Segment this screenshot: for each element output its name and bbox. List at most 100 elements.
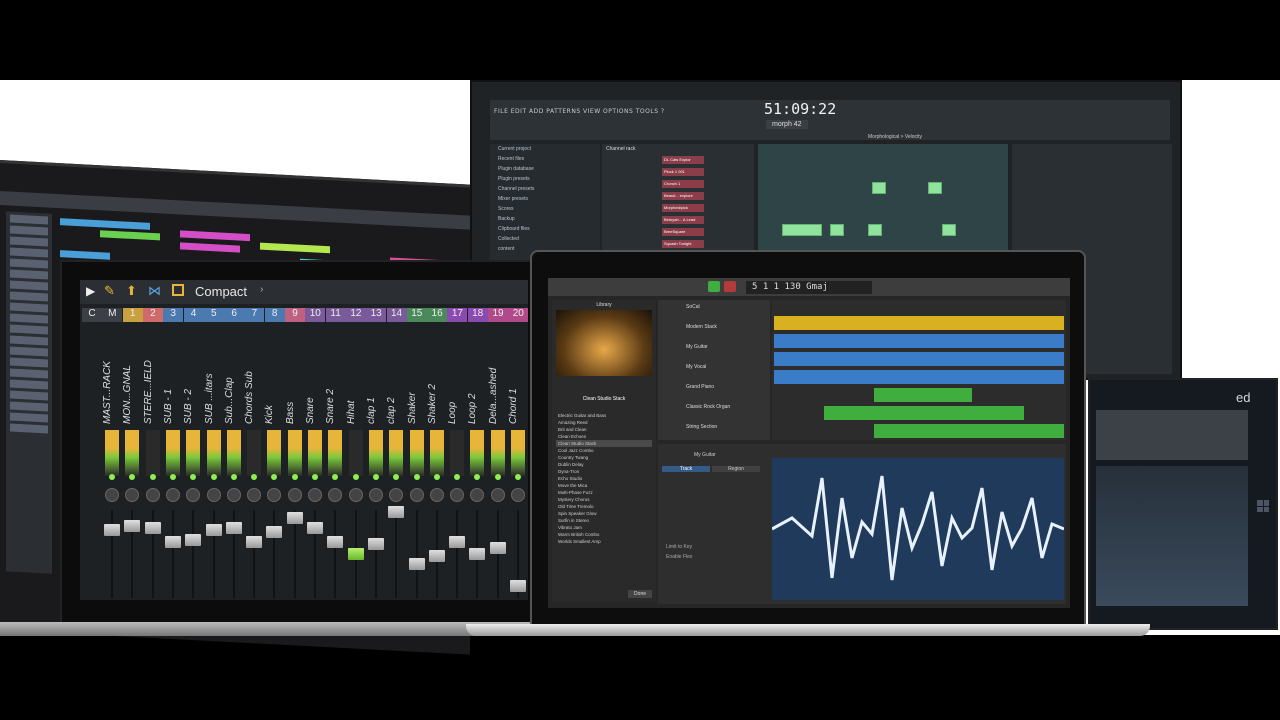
mixer-channel-number[interactable]: 8 (264, 308, 285, 322)
tablet-toolbar[interactable] (1096, 410, 1248, 460)
mute-led[interactable] (129, 474, 136, 480)
channel-row[interactable]: Betoyah... A Lead (606, 216, 750, 224)
volume-fader[interactable] (510, 580, 526, 592)
volume-fader[interactable] (489, 542, 506, 554)
mute-led[interactable] (169, 474, 176, 480)
tablet-waveform[interactable] (1096, 466, 1248, 606)
mixer-channel-number[interactable]: 16 (427, 308, 448, 322)
library-item[interactable]: Mystery Chorus (556, 496, 652, 503)
track-header[interactable]: String Section (660, 422, 768, 438)
mixer-channel-number[interactable]: 10 (305, 308, 326, 322)
mixer-channel-number[interactable]: 3 (163, 308, 184, 322)
chevron-right-icon[interactable]: › (260, 284, 263, 295)
volume-fader[interactable] (367, 538, 384, 550)
pan-knob[interactable] (165, 488, 180, 502)
pan-knob[interactable] (450, 488, 465, 502)
volume-fader[interactable] (266, 526, 283, 538)
channel-row[interactable]: Crunch 1 (606, 180, 750, 188)
library-item[interactable]: Dyna-Tron (556, 468, 652, 475)
fl-menu-bar[interactable]: FILE EDIT ADD PATTERNS VIEW OPTIONS TOOL… (494, 108, 665, 115)
library-item[interactable]: Multi-Phase Fuzz (556, 489, 652, 496)
piano-roll-note[interactable] (928, 182, 942, 194)
library-item[interactable]: Clean Echoes (556, 433, 652, 440)
tab-region[interactable]: Region (712, 466, 760, 472)
mixer-channel-number[interactable]: 18 (467, 308, 488, 322)
channel-name[interactable]: Morphed/pick (662, 204, 704, 212)
channel-name[interactable]: Betoyah... A Lead (662, 216, 704, 224)
volume-fader[interactable] (388, 506, 405, 518)
mute-led[interactable] (413, 474, 420, 480)
mute-led[interactable] (190, 474, 197, 480)
mixer-channel-number[interactable]: 19 (488, 308, 508, 322)
mixer-channel-number[interactable]: 11 (325, 308, 346, 322)
channel-name[interactable]: DL Cats Explor (662, 156, 704, 164)
gb-tracks-area[interactable] (772, 300, 1066, 440)
mixer-channel-number[interactable]: 4 (183, 308, 204, 322)
track-header[interactable]: Modern Stack (660, 322, 768, 338)
pan-knob[interactable] (348, 488, 363, 502)
mixer-view-title[interactable]: Compact (195, 284, 247, 299)
library-item[interactable]: Country Twang (556, 454, 652, 461)
channel-row[interactable]: Morphed/pick (606, 204, 750, 212)
library-item[interactable]: Cool Jazz Combo (556, 447, 652, 454)
arrangement-clip[interactable] (260, 242, 330, 254)
volume-fader[interactable] (449, 536, 466, 548)
mixer-channel-number[interactable]: 6 (224, 308, 245, 322)
mute-led[interactable] (210, 474, 217, 480)
channel-name[interactable]: Pluck 1 001 (662, 168, 704, 176)
channel-name[interactable]: Squash Tonight (662, 240, 704, 248)
pan-knob[interactable] (409, 488, 424, 502)
volume-fader[interactable] (124, 520, 141, 532)
mixer-channel-number[interactable]: 13 (366, 308, 387, 322)
library-item[interactable]: Amazing Reed (556, 419, 652, 426)
browser-item[interactable]: Current project (490, 144, 600, 154)
mute-led[interactable] (291, 474, 298, 480)
send-icon[interactable]: ⬆ (126, 283, 137, 299)
mute-led[interactable] (230, 474, 237, 480)
browser-item[interactable]: Clipboard files (490, 224, 600, 234)
pan-knob[interactable] (226, 488, 241, 502)
mixer-channel-number[interactable]: M (102, 308, 123, 322)
pan-knob[interactable] (186, 488, 201, 502)
track-header[interactable]: My Guitar (660, 342, 768, 358)
piano-roll-note[interactable] (868, 224, 882, 236)
library-item[interactable]: Old Time Tremolo (556, 503, 652, 510)
play-button[interactable] (708, 281, 720, 292)
pan-knob[interactable] (328, 488, 343, 502)
pan-knob[interactable] (389, 488, 404, 502)
pan-knob[interactable] (145, 488, 160, 502)
library-item[interactable]: Spin Speaker Glow (556, 510, 652, 517)
channel-row[interactable]: Pluck 1 001 (606, 168, 750, 176)
pan-knob[interactable] (368, 488, 383, 502)
pan-knob[interactable] (105, 488, 119, 502)
tab-track[interactable]: Track (662, 466, 710, 472)
volume-fader[interactable] (327, 536, 344, 548)
library-item[interactable]: Echo Studio (556, 475, 652, 482)
track-header[interactable]: My Vocal (660, 362, 768, 378)
region-piano[interactable] (874, 388, 972, 402)
layout-icon[interactable] (172, 284, 184, 296)
arrangement-clip[interactable] (100, 230, 160, 241)
volume-fader[interactable] (307, 522, 323, 534)
mute-led[interactable] (372, 474, 379, 480)
volume-fader[interactable] (104, 524, 120, 536)
library-item[interactable]: Brit and Clean (556, 426, 652, 433)
mute-led[interactable] (109, 474, 115, 480)
arrangement-clip[interactable] (60, 218, 150, 230)
browser-item[interactable]: Collected (490, 234, 600, 244)
channel-name[interactable]: Crunch 1 (662, 180, 704, 188)
library-item[interactable]: Dublin Delay (556, 461, 652, 468)
library-item-selected[interactable]: Clean Studio Stack (556, 440, 652, 447)
mute-led[interactable] (515, 474, 521, 480)
play-icon[interactable]: ▶ (86, 284, 95, 298)
track-header[interactable]: Classic Rock Organ (660, 402, 768, 418)
arrangement-clip[interactable] (180, 242, 240, 253)
volume-fader[interactable] (286, 512, 303, 524)
channel-row[interactable]: Beauti... explore (606, 192, 750, 200)
pan-knob[interactable] (511, 488, 525, 502)
mute-led[interactable] (271, 474, 278, 480)
volume-fader[interactable] (246, 536, 263, 548)
track-header[interactable]: Grand Piano (660, 382, 768, 398)
arrangement-clip[interactable] (180, 230, 250, 242)
mute-led[interactable] (494, 474, 501, 480)
